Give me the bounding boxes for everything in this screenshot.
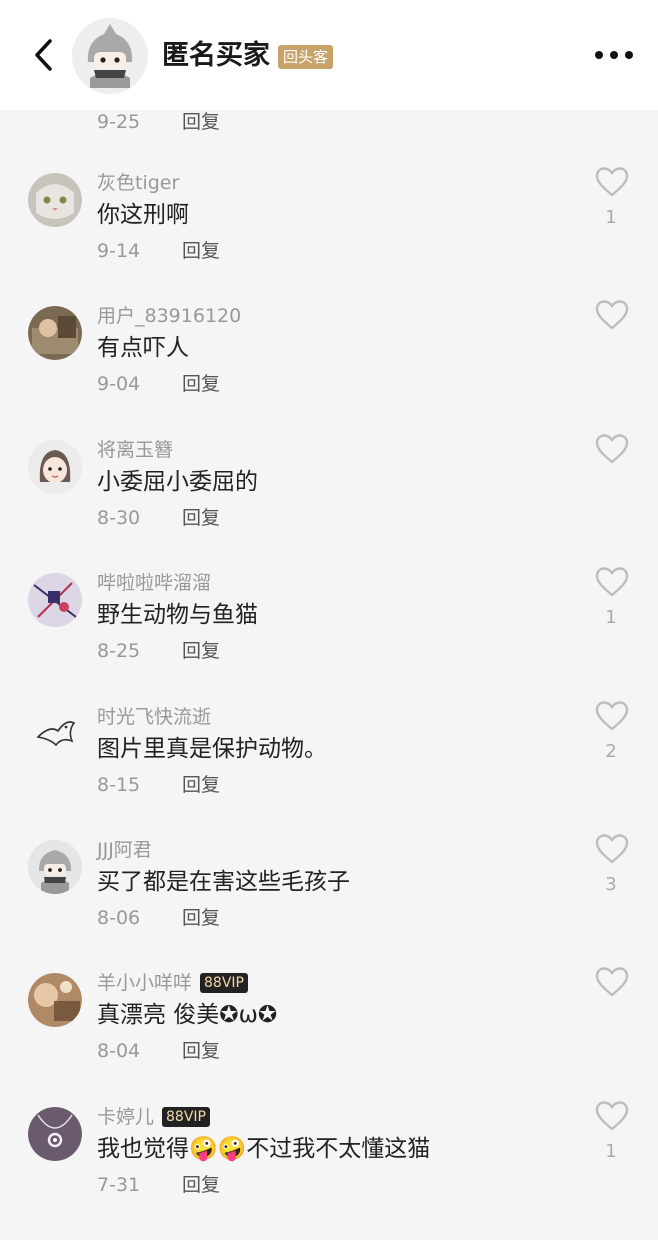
avatar[interactable] [72,18,148,94]
user-avatar-icon [28,573,82,627]
like-button[interactable] [595,1100,629,1132]
comment-item: 将离玉簪小委屈小委屈的 8-30 回复 [0,434,658,573]
reply-button[interactable]: 回复 [182,906,220,930]
user-avatar-icon [28,306,82,360]
anonymous-avatar-icon [72,18,148,94]
reply-button[interactable]: 回复 [182,639,220,663]
username-label[interactable]: 时光飞快流逝 [97,706,211,728]
reply-button[interactable]: 回复 [182,239,220,263]
like-count: 2 [605,741,617,762]
comment-item: JJJ阿君买了都是在害这些毛孩子 8-06 回复 3 [0,834,658,973]
avatar[interactable] [28,573,82,627]
reply-button[interactable]: 回复 [182,506,220,530]
like-button[interactable] [595,833,629,865]
comment-username[interactable]: 用户_83916120 [97,304,241,328]
heart-outline-icon [595,567,629,597]
username-label[interactable]: 羊小小咩咩 [97,972,192,994]
avatar[interactable] [28,973,82,1027]
avatar[interactable] [28,1107,82,1161]
user-avatar-icon [28,173,82,227]
heart-outline-icon [595,701,629,731]
like-button[interactable] [595,566,629,598]
comment-text: 买了都是在害这些毛孩子 [97,869,350,895]
avatar[interactable] [28,440,82,494]
reply-button[interactable]: 回复 [182,372,220,396]
like-button[interactable] [595,166,629,198]
comment-username[interactable]: 卡婷儿 88VIP [97,1105,210,1129]
heart-outline-icon [595,434,629,464]
reply-button[interactable]: 回复 [182,1039,220,1063]
top-bar: 匿名买家 回头客 [0,0,658,110]
like-button[interactable] [595,966,629,998]
avatar[interactable] [28,707,82,761]
comment-date: 8-30 [97,507,141,529]
user-avatar-icon [28,1107,82,1161]
username-label[interactable]: 哔啦啦哔溜溜 [97,572,211,594]
heart-outline-icon [595,967,629,997]
comment-text: 图片里真是保护动物。 [97,736,327,762]
comment-item: 哔啦啦哔溜溜野生动物与鱼猫 8-25 回复 1 [0,567,658,706]
previous-comment-meta: 9-25 回复 [0,110,658,134]
chevron-left-icon [35,39,52,71]
vip-badge: 88VIP [162,1107,210,1127]
heart-outline-icon [595,300,629,330]
avatar[interactable] [28,840,82,894]
comment-text: 真漂亮 俊美✪ω✪ [97,1002,278,1028]
heart-outline-icon [595,1101,629,1131]
avatar[interactable] [28,306,82,360]
like-button[interactable] [595,700,629,732]
username-label[interactable]: JJJ阿君 [97,839,152,861]
like-count: 1 [605,1141,617,1162]
like-count: 3 [605,874,617,895]
username-label[interactable]: 将离玉簪 [97,439,173,461]
username-label[interactable]: 灰色tiger [97,172,179,194]
comment-username[interactable]: 将离玉簪 [97,438,173,462]
comment-username[interactable]: 羊小小咩咩 88VIP [97,971,248,995]
comment-item: 灰色tiger 你这刑啊 9-14 回复 1 [0,167,658,306]
comment-text: 有点吓人 [97,335,189,361]
user-avatar-icon [28,707,82,761]
user-avatar-icon [28,973,82,1027]
comment-date: 8-25 [97,640,141,662]
comment-date: 7-31 [97,1174,141,1196]
user-avatar-icon [28,840,82,894]
comment-item: 用户_83916120 有点吓人 9-04 回复 [0,300,658,439]
comment-text: 我也觉得🤪🤪不过我不太懂这猫 [97,1136,431,1162]
comment-username[interactable]: 灰色tiger [97,171,179,195]
comment-username[interactable]: JJJ阿君 [97,838,152,862]
like-count: 1 [605,207,617,228]
comment-item: 羊小小咩咩 88VIP 真漂亮 俊美✪ω✪ 8-04 回复 [0,967,658,1106]
reply-button[interactable]: 回复 [182,110,220,134]
back-button[interactable] [30,37,60,73]
reply-button[interactable]: 回复 [182,1173,220,1197]
comment-date: 9-25 [97,111,141,133]
username-label[interactable]: 卡婷儿 [97,1106,154,1128]
comment-date: 8-06 [97,907,141,929]
comment-item: 时光飞快流逝图片里真是保护动物。 8-15 回复 2 [0,701,658,840]
comment-text: 你这刑啊 [97,202,189,228]
user-avatar-icon [28,440,82,494]
more-button[interactable] [592,44,636,66]
comment-text: 小委屈小委屈的 [97,469,258,495]
heart-outline-icon [595,834,629,864]
avatar[interactable] [28,173,82,227]
comment-date: 9-14 [97,240,141,262]
like-count: 1 [605,607,617,628]
comment-item: 卡婷儿 88VIP 我也觉得🤪🤪不过我不太懂这猫 7-31 回复 1 [0,1101,658,1240]
comment-username[interactable]: 时光飞快流逝 [97,705,211,729]
comment-date: 9-04 [97,373,141,395]
vip-badge: 88VIP [200,973,248,993]
like-button[interactable] [595,433,629,465]
page-title: 匿名买家 [162,40,270,71]
reply-button[interactable]: 回复 [182,773,220,797]
comment-text: 野生动物与鱼猫 [97,602,258,628]
status-badge: 回头客 [278,45,334,69]
like-button[interactable] [595,299,629,331]
more-dots-icon [595,51,633,59]
heart-outline-icon [595,167,629,197]
username-label[interactable]: 用户_83916120 [97,305,241,327]
comment-username[interactable]: 哔啦啦哔溜溜 [97,571,211,595]
comment-date: 8-15 [97,774,141,796]
comment-date: 8-04 [97,1040,141,1062]
